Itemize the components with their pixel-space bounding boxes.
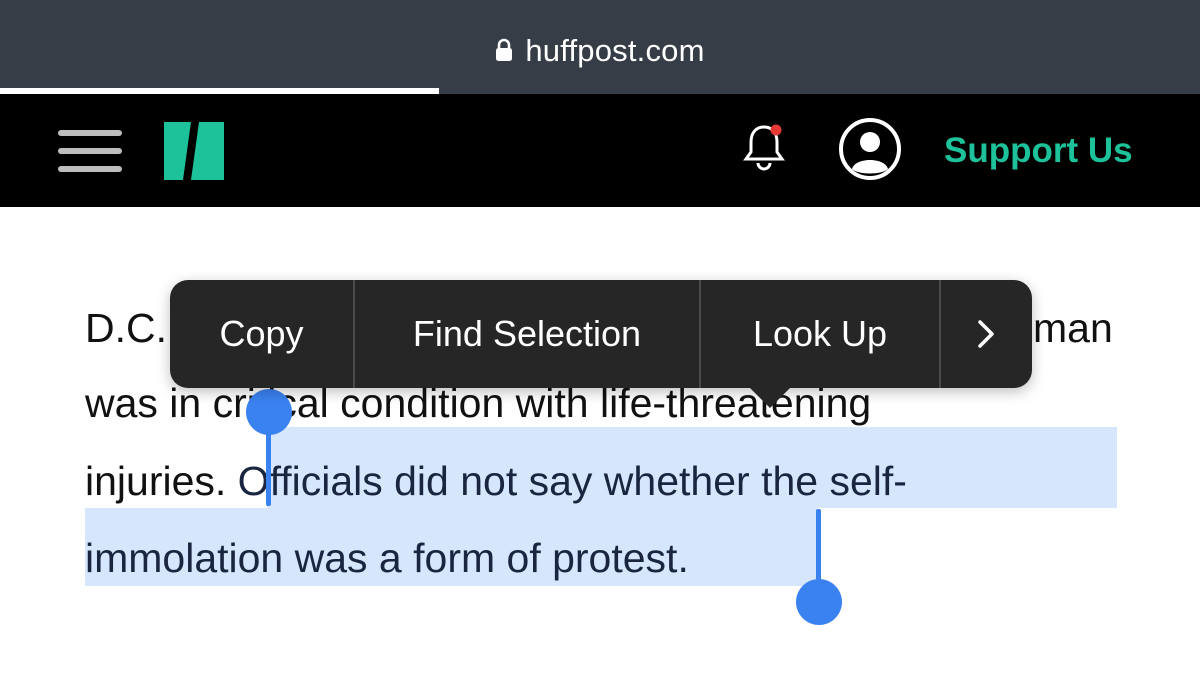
- selection-start-handle[interactable]: [246, 389, 292, 435]
- hamburger-icon[interactable]: [58, 130, 122, 172]
- selected-text[interactable]: immolation was a form of protest.: [85, 535, 689, 581]
- site-header: Support Us: [0, 94, 1200, 207]
- article-line: immolation was a form of protest.: [85, 532, 689, 584]
- browser-address-bar[interactable]: huffpost.com: [0, 0, 1200, 94]
- article-line: D.C. man: [85, 302, 1113, 354]
- bell-icon[interactable]: [742, 122, 786, 172]
- selection-end-handle[interactable]: [796, 579, 842, 625]
- copy-button[interactable]: Copy: [170, 280, 353, 388]
- url-text: huffpost.com: [525, 32, 705, 68]
- menu-pointer: [748, 386, 792, 408]
- article-text: man: [1033, 305, 1113, 351]
- find-selection-button[interactable]: Find Selection: [355, 280, 699, 388]
- notification-dot: [770, 124, 782, 136]
- article-line: injuries. Officials did not say whether …: [85, 455, 907, 507]
- support-us-link[interactable]: Support Us: [944, 130, 1133, 172]
- more-options-button[interactable]: [941, 280, 1030, 388]
- article-body: D.C. man was in critical condition with …: [0, 207, 1200, 682]
- text-selection-menu: Copy Find Selection Look Up: [170, 280, 1032, 408]
- selected-text[interactable]: Officials did not say whether the self-: [238, 458, 907, 504]
- huffpost-logo[interactable]: [164, 122, 224, 180]
- look-up-button[interactable]: Look Up: [701, 280, 939, 388]
- user-circle-icon[interactable]: [838, 117, 902, 181]
- article-text: injuries.: [85, 458, 238, 504]
- chevron-right-icon: [977, 320, 994, 348]
- lock-icon: [496, 38, 513, 61]
- screen: huffpost.com Support Us D.C. man was in …: [0, 0, 1200, 682]
- selection-end-handle-bar[interactable]: [816, 509, 821, 589]
- article-text: D.C.: [85, 305, 167, 351]
- url-display[interactable]: huffpost.com: [0, 28, 1200, 72]
